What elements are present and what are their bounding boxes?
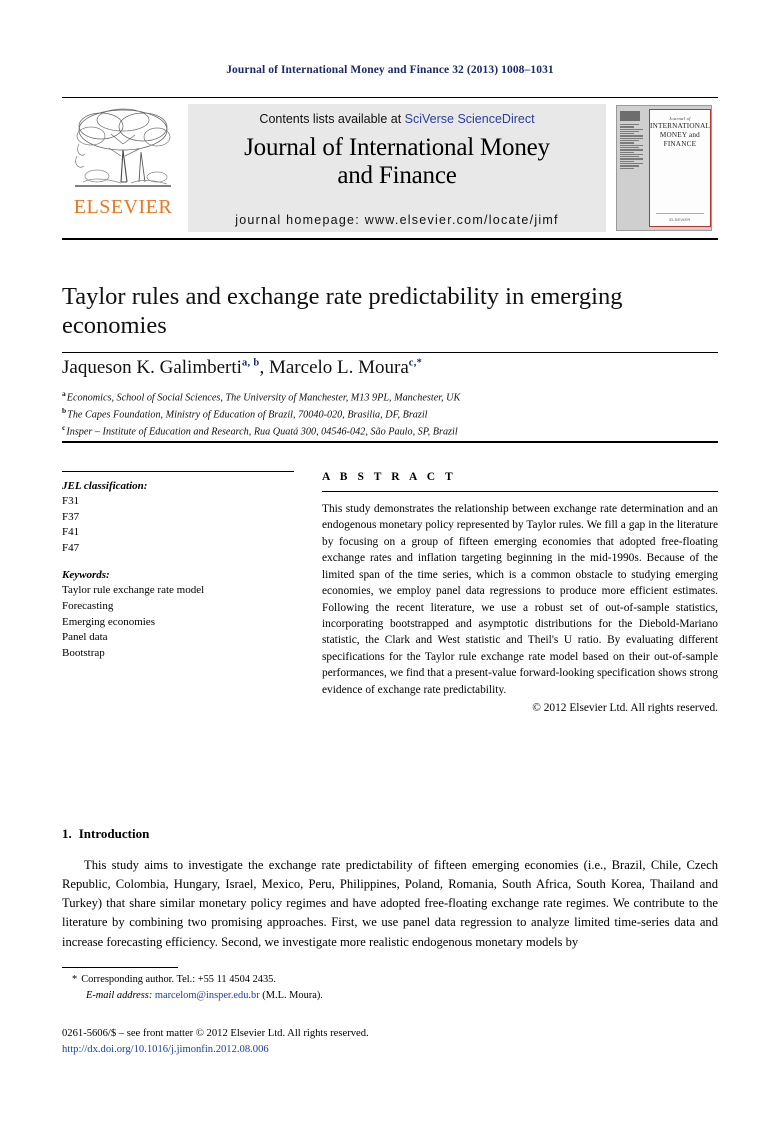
article-info-band: JEL classification: F31 F37 F41 F47 Keyw… [62,441,718,714]
elsevier-logo: ELSEVIER [62,98,184,238]
abstract-text: This study demonstrates the relationship… [322,503,718,696]
cover-kicker: Journal of [669,116,691,121]
cover-line [620,142,635,144]
cover-line [620,128,643,130]
cover-line [620,140,639,142]
abstract-heading: A B S T R A C T [322,471,457,483]
info-divider [62,471,294,472]
cover-line [620,137,643,140]
cover-divider [655,213,704,214]
author-affiliation-marker-1: a, b [241,357,260,369]
cover-line [620,149,643,151]
keyword: Bootstrap [62,646,105,659]
masthead-center: Contents lists available at SciVerse Sci… [188,104,606,232]
email-owner: (M.L. Moura). [262,990,323,1002]
article-title: Taylor rules and exchange rate predictab… [62,283,623,339]
affiliation-text: Insper – Institute of Education and Rese… [66,425,458,437]
jel-code: F41 [62,526,80,539]
cover-line [620,126,635,128]
issn-copyright-line: 0261-5606/$ – see front matter © 2012 El… [62,1028,369,1039]
keyword: Taylor rule exchange rate model [62,584,205,597]
abstract-column: A B S T R A C T This study demonstrates … [322,471,718,714]
cover-line [620,151,635,153]
info-columns: JEL classification: F31 F37 F41 F47 Keyw… [62,443,718,714]
author-affiliation-marker-2: c,* [408,357,423,369]
author-name-1: Jaqueson K. Galimberti [62,356,242,378]
keyword: Forecasting [62,600,114,613]
cover-line [620,130,639,133]
footnote-corresponding-text: Corresponding author. Tel.: +55 11 4504 … [81,974,276,985]
affiliation-marker: b [62,405,67,415]
cover-line [620,124,639,126]
cover-line [620,133,635,135]
footnote-divider [62,967,178,968]
cover-left-strip [620,109,646,227]
jel-code: F37 [62,510,80,523]
section-heading-introduction: 1. Introduction [62,826,149,842]
keywords-heading: Keywords: [62,569,110,582]
doi-link[interactable]: http://dx.doi.org/10.1016/j.jimonfin.201… [62,1042,718,1058]
contents-available-line: Contents lists available at SciVerse Sci… [259,112,534,126]
affiliation-marker: c [62,422,66,432]
jel-code: F47 [62,541,80,554]
author-list: Jaqueson K. Galimbertia, b, Marcelo L. M… [62,357,722,379]
elsevier-tree-icon [75,108,171,187]
cover-image: Journal of INTERNATIONAL MONEY and FINAN… [616,105,712,231]
journal-cover-thumbnail: Journal of INTERNATIONAL MONEY and FINAN… [610,98,718,238]
journal-homepage-link[interactable]: journal homepage: www.elsevier.com/locat… [235,213,559,227]
cover-line [620,144,643,146]
cover-title: INTERNATIONAL MONEY and FINANCE [650,122,711,148]
cover-line [620,146,639,149]
affiliation-b: bThe Capes Foundation, Ministry of Educa… [62,406,722,423]
cover-logo-block [620,111,640,121]
footnote-marker: * [72,974,78,985]
running-head: Journal of International Money and Finan… [226,64,554,76]
affiliation-a: aEconomics, School of Social Sciences, T… [62,389,722,406]
section-title: Introduction [78,826,150,841]
introduction-paragraph: This study aims to investigate the excha… [62,858,718,949]
affiliation-text: Economics, School of Social Sciences, Th… [66,392,461,404]
author-separator: , [259,356,269,378]
affiliation-c: cInsper – Institute of Education and Res… [62,423,722,440]
cover-line [620,156,639,158]
abstract-divider [322,491,718,492]
cover-line [620,153,643,156]
journal-masthead: ELSEVIER Contents lists available at Sci… [62,97,718,240]
cover-line [620,165,639,167]
keyword: Emerging economies [62,615,155,628]
keyword: Panel data [62,631,108,644]
article-first-page: Journal of International Money and Finan… [0,0,780,1134]
footnote-email-line: E-mail address: marcelom@insper.edu.br (… [72,988,712,1004]
author-name-2: Marcelo L. Moura [268,356,409,378]
journal-title: Journal of International Money and Finan… [244,134,550,190]
abstract-copyright: © 2012 Elsevier Ltd. All rights reserved… [532,702,718,715]
cover-front-panel: Journal of INTERNATIONAL MONEY and FINAN… [649,109,711,227]
article-header: Taylor rules and exchange rate predictab… [62,283,722,439]
sciencedirect-link[interactable]: SciVerse ScienceDirect [405,112,535,126]
cover-line [620,163,643,165]
elsevier-wordmark: ELSEVIER [73,196,173,218]
info-band-bottom-divider [62,352,718,353]
affiliation-marker: a [62,388,66,398]
jel-heading: JEL classification: [62,480,148,492]
imprint-block: 0261-5606/$ – see front matter © 2012 El… [62,1026,718,1058]
cover-line [620,158,643,160]
cover-line [620,160,635,163]
journal-title-line-1: Journal of International Money [244,134,550,161]
cover-line [620,135,643,137]
cover-line [620,167,635,169]
footnote-block: * Corresponding author. Tel.: +55 11 4504… [72,972,712,1004]
contents-prefix: Contents lists available at [259,112,405,126]
section-number: 1. [62,826,72,841]
affiliation-text: The Capes Foundation, Ministry of Educat… [67,409,428,421]
cover-publisher: ELSEVIER [669,217,691,222]
email-link[interactable]: marcelom@insper.edu.br [155,990,260,1001]
email-label: E-mail address: [86,990,153,1002]
footnote-corresponding-author: * Corresponding author. Tel.: +55 11 4504… [72,972,712,988]
article-info-column: JEL classification: F31 F37 F41 F47 Keyw… [62,471,294,714]
journal-title-line-2: and Finance [337,162,457,189]
jel-code: F31 [62,495,80,507]
